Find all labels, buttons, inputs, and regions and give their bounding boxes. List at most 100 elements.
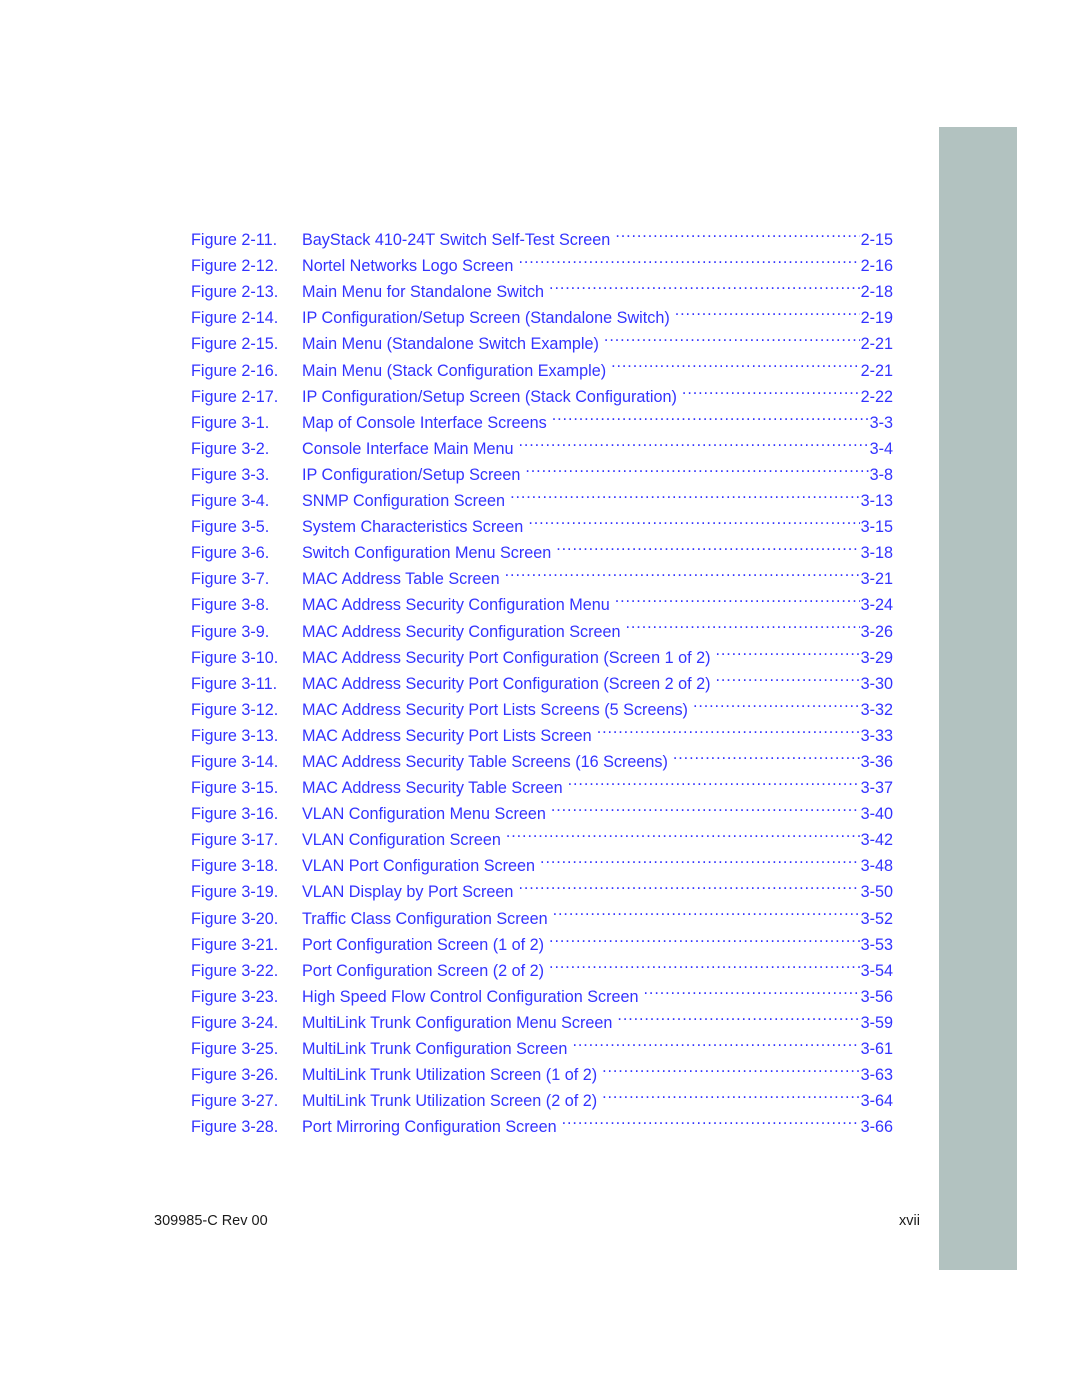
dot-leader xyxy=(510,480,860,506)
dot-leader xyxy=(715,663,859,689)
figure-page-number: 3-26 xyxy=(860,622,893,641)
figure-page-number: 3-42 xyxy=(860,831,893,850)
figure-label: Figure 2-13. xyxy=(191,283,279,302)
figure-title: System Characteristics Screen xyxy=(302,518,524,537)
dot-leader xyxy=(562,1106,860,1132)
figure-page-number: 3-56 xyxy=(860,987,893,1006)
figure-page-number: 3-33 xyxy=(860,726,893,745)
figure-title: Port Mirroring Configuration Screen xyxy=(302,1118,557,1137)
figure-page-number: 2-15 xyxy=(860,231,893,250)
figure-page-number: 3-61 xyxy=(860,1040,893,1058)
figure-label: Figure 2-12. xyxy=(191,257,279,276)
figure-label: Figure 2-11. xyxy=(191,231,278,250)
dot-leader xyxy=(549,950,860,976)
figure-page-number: 3-53 xyxy=(860,935,893,954)
figure-title: Traffic Class Configuration Screen xyxy=(302,909,548,928)
figure-title: IP Configuration/Setup Screen xyxy=(302,465,521,484)
figure-label: Figure 3-19. xyxy=(191,883,279,902)
figure-title: MAC Address Security Configuration Scree… xyxy=(302,622,621,641)
figure-title: MultiLink Trunk Utilization Screen (1 of… xyxy=(302,1066,598,1085)
dot-leader xyxy=(525,454,868,480)
figure-label: Figure 3-18. xyxy=(191,857,279,876)
figure-title: MAC Address Security Port Configuration … xyxy=(302,648,711,667)
dot-leader xyxy=(604,323,860,349)
dot-leader xyxy=(626,610,860,636)
figure-page-number: 3-59 xyxy=(860,1013,893,1032)
dot-leader xyxy=(682,376,860,402)
figure-page-number: 3-66 xyxy=(860,1118,893,1137)
figure-page-number: 3-32 xyxy=(860,700,893,719)
document-page: Figure 2-11. BayStack 410-24T Switch Self… xyxy=(0,0,1080,1397)
figure-label: Figure 3-28. xyxy=(191,1118,279,1137)
figure-title: High Speed Flow Control Configuration Sc… xyxy=(302,987,639,1006)
page-number: xvii xyxy=(899,1213,920,1229)
dot-leader xyxy=(572,1028,859,1054)
dot-leader xyxy=(597,715,860,741)
dot-leader xyxy=(602,1054,860,1080)
dot-leader xyxy=(693,689,860,715)
dot-leader xyxy=(673,741,860,767)
document-id: 309985-C Rev 00 xyxy=(154,1213,268,1229)
figure-title: Nortel Networks Logo Screen xyxy=(302,257,514,276)
figure-label: Figure 3-14. xyxy=(191,752,279,771)
figure-page-number: 3-63 xyxy=(860,1066,893,1085)
figure-page-number: 3-37 xyxy=(860,779,893,798)
dot-leader xyxy=(553,897,860,923)
figure-label: Figure 3-2. xyxy=(191,439,270,458)
figure-label: Figure 3-3. xyxy=(191,465,270,484)
figure-page-number: 3-64 xyxy=(860,1092,893,1111)
figure-page-number: 3-15 xyxy=(860,518,893,537)
figure-page-number: 3-54 xyxy=(860,961,893,980)
figure-title: Main Menu (Stack Configuration Example) xyxy=(302,361,607,380)
dot-leader xyxy=(528,506,859,532)
figure-title: VLAN Display by Port Screen xyxy=(302,883,514,902)
figure-label: Figure 3-6. xyxy=(191,544,270,563)
figure-entry[interactable]: Figure 2-11. BayStack 410-24T Switch Self… xyxy=(191,219,893,249)
dot-leader xyxy=(602,1080,860,1106)
figure-page-number: 3-52 xyxy=(860,909,893,928)
figure-label: Figure 3-12. xyxy=(191,700,279,719)
figure-label: Figure 3-17. xyxy=(191,831,279,850)
list-of-figures: Figure 2-11. BayStack 410-24T Switch Self… xyxy=(191,219,893,1136)
dot-leader xyxy=(644,976,860,1002)
figure-label: Figure 3-7. xyxy=(191,570,270,589)
figure-title: MultiLink Trunk Configuration Menu Scree… xyxy=(302,1013,613,1032)
figure-label: Figure 3-5. xyxy=(191,518,270,537)
dot-leader xyxy=(540,845,860,871)
figure-page-number: 3-13 xyxy=(860,492,893,511)
figure-label: Figure 2-17. xyxy=(191,387,279,406)
figure-title: MAC Address Table Screen xyxy=(302,570,500,589)
figure-label: Figure 2-16. xyxy=(191,361,279,380)
figure-label: Figure 2-15. xyxy=(191,335,279,354)
figure-page-number: 2-18 xyxy=(860,283,893,302)
figure-label: Figure 3-24. xyxy=(191,1013,279,1032)
page-edge-bar xyxy=(939,127,1017,1270)
figure-label: Figure 3-26. xyxy=(191,1066,279,1085)
figure-label: Figure 3-1. xyxy=(191,413,270,432)
figure-title: VLAN Configuration Screen xyxy=(302,831,501,850)
dot-leader xyxy=(617,1002,859,1028)
figure-page-number: 3-50 xyxy=(860,883,893,902)
figure-label: Figure 3-22. xyxy=(191,961,279,980)
figure-label: Figure 3-4. xyxy=(191,492,270,511)
figure-title: Map of Console Interface Screens xyxy=(302,413,547,432)
figure-title: Console Interface Main Menu xyxy=(302,439,514,458)
figure-label: Figure 3-15. xyxy=(191,779,279,798)
figure-page-number: 3-3 xyxy=(869,413,893,432)
figure-label: Figure 3-10. xyxy=(191,648,279,667)
dot-leader xyxy=(552,402,869,428)
dot-leader xyxy=(506,819,860,845)
figure-page-number: 3-48 xyxy=(860,857,893,876)
figure-title: VLAN Port Configuration Screen xyxy=(302,857,536,876)
dot-leader xyxy=(518,245,859,271)
dot-leader xyxy=(549,924,860,950)
figure-label: Figure 3-20. xyxy=(191,909,279,928)
figure-page-number: 3-24 xyxy=(860,596,893,615)
dot-leader xyxy=(518,428,868,454)
figure-label: Figure 3-8. xyxy=(191,596,270,615)
dot-leader xyxy=(505,558,860,584)
figure-title: Port Configuration Screen (1 of 2) xyxy=(302,935,545,954)
figure-page-number: 3-4 xyxy=(869,439,893,458)
dot-leader xyxy=(549,271,860,297)
figure-page-number: 3-8 xyxy=(869,465,893,484)
